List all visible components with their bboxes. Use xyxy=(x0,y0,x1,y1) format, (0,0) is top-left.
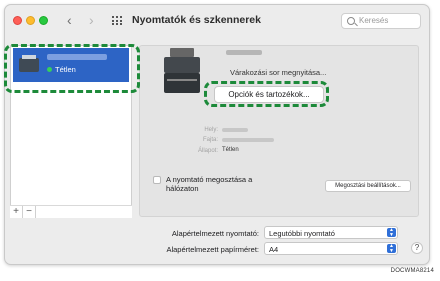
grid-icon[interactable] xyxy=(112,16,123,25)
close-window-button[interactable] xyxy=(13,16,22,25)
sharing-settings-button[interactable]: Megosztási beállítások... xyxy=(325,180,411,192)
chevron-left-icon[interactable]: ‹ xyxy=(67,13,72,27)
chevron-right-icon[interactable]: › xyxy=(89,13,94,27)
search-field[interactable]: Keresés xyxy=(341,13,421,29)
share-printer-checkbox[interactable] xyxy=(153,176,161,184)
kind-value-redacted xyxy=(222,138,274,142)
zoom-window-button[interactable] xyxy=(39,16,48,25)
open-queue-link[interactable]: Várakozási sor megnyitása... xyxy=(230,68,326,77)
sidebar-footer: + − xyxy=(10,205,132,218)
updown-chevron-icon: ▲ ▼ xyxy=(387,228,396,237)
default-printer-select[interactable]: Legutóbbi nyomtató ▲ ▼ xyxy=(264,226,398,239)
title-bar: ‹ › Nyomtatók és szkennerek Keresés xyxy=(5,5,429,35)
search-placeholder: Keresés xyxy=(359,16,389,25)
updown-chevron-icon: ▲ ▼ xyxy=(387,244,396,253)
figure-code: DOCWMA8214 xyxy=(390,268,434,274)
highlight-options-button xyxy=(204,81,329,107)
default-paper-select[interactable]: A4 ▲ ▼ xyxy=(264,242,398,255)
window-title: Nyomtatók és szkennerek xyxy=(132,14,261,26)
highlight-printer-list-item xyxy=(4,44,140,93)
share-printer-label: A nyomtató megosztása a hálózaton xyxy=(166,175,253,193)
default-printer-value: Legutóbbi nyomtató xyxy=(269,229,335,238)
remove-printer-button[interactable]: − xyxy=(23,206,36,218)
status-label: Állapot: xyxy=(197,148,218,154)
kind-label: Fajta: xyxy=(202,137,218,143)
add-printer-button[interactable]: + xyxy=(10,206,23,218)
printer-name-redacted-detail xyxy=(226,50,262,55)
default-printer-label: Alapértelmezett nyomtató: xyxy=(171,229,259,238)
help-icon[interactable]: ? xyxy=(411,242,423,254)
location-label: Hely: xyxy=(204,127,218,133)
location-value-redacted xyxy=(222,128,248,132)
default-paper-value: A4 xyxy=(269,245,279,254)
status-value: Tétlen xyxy=(222,147,239,153)
default-paper-label: Alapértelmezett papírméret: xyxy=(166,245,259,254)
printer-image xyxy=(161,48,203,94)
search-icon xyxy=(347,17,355,25)
minimize-window-button[interactable] xyxy=(26,16,35,25)
